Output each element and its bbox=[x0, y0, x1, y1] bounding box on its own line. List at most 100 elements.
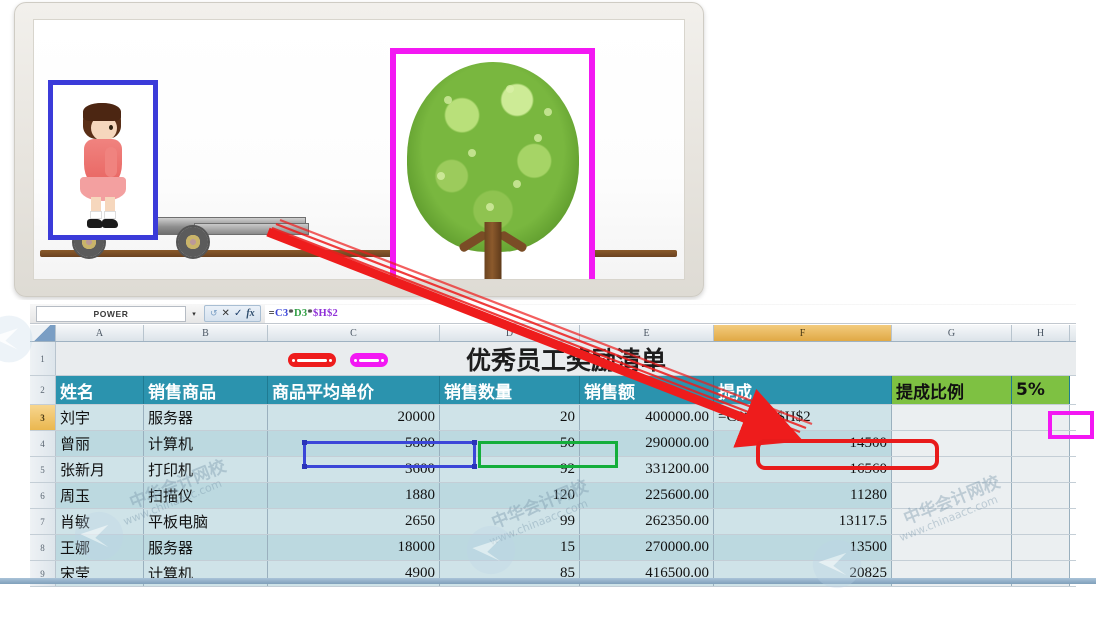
cell-b6[interactable]: 扫描仪 bbox=[144, 483, 268, 508]
screenshot-root: POWER ▾ ↺ ✕ ✓ fx = C3 * D3 * $H$2 A B C … bbox=[0, 0, 1096, 622]
insert-function-icon[interactable]: fx bbox=[246, 308, 254, 319]
formula-token-d3: D3 bbox=[293, 308, 308, 319]
cell-e3[interactable]: 400000.00 bbox=[580, 405, 714, 430]
cell-b8[interactable]: 服务器 bbox=[144, 535, 268, 560]
cell-c4[interactable]: 5800 bbox=[268, 431, 440, 456]
row-header-1[interactable]: 1 bbox=[30, 342, 56, 375]
col-title-name[interactable]: 姓名 bbox=[56, 376, 144, 404]
cell-f7[interactable]: 13117.5 bbox=[714, 509, 892, 534]
col-title-amount[interactable]: 销售额 bbox=[580, 376, 714, 404]
row-header-7[interactable]: 7 bbox=[30, 509, 56, 534]
cell-c7[interactable]: 2650 bbox=[268, 509, 440, 534]
cart-bed-extension bbox=[194, 223, 309, 235]
excel-window: POWER ▾ ↺ ✕ ✓ fx = C3 * D3 * $H$2 A B C … bbox=[0, 300, 1096, 622]
tree-figure-icon bbox=[404, 62, 582, 279]
cell-a4[interactable]: 曾丽 bbox=[56, 431, 144, 456]
cell-f4[interactable]: 14500 bbox=[714, 431, 892, 456]
formula-bar: POWER ▾ ↺ ✕ ✓ fx = C3 * D3 * $H$2 bbox=[30, 304, 1076, 324]
row-header-4[interactable]: 4 bbox=[30, 431, 56, 456]
cancel-icon[interactable]: ✕ bbox=[222, 308, 230, 319]
cell-e7[interactable]: 262350.00 bbox=[580, 509, 714, 534]
column-header-f[interactable]: F bbox=[714, 325, 892, 341]
cell-h7[interactable] bbox=[1012, 509, 1070, 534]
column-header-g[interactable]: G bbox=[892, 325, 1012, 341]
col-title-product[interactable]: 销售商品 bbox=[144, 376, 268, 404]
select-all-corner[interactable] bbox=[30, 325, 56, 341]
cell-a3[interactable]: 刘宇 bbox=[56, 405, 144, 430]
cell-f6[interactable]: 11280 bbox=[714, 483, 892, 508]
cell-a7[interactable]: 肖敏 bbox=[56, 509, 144, 534]
table-row: 4 曾丽 计算机 5800 50 290000.00 14500 bbox=[30, 431, 1076, 457]
column-header-row: A B C D E F G H bbox=[30, 325, 1076, 342]
row-header-6[interactable]: 6 bbox=[30, 483, 56, 508]
column-header-c[interactable]: C bbox=[268, 325, 440, 341]
col-title-quantity[interactable]: 销售数量 bbox=[440, 376, 580, 404]
cell-a6[interactable]: 周玉 bbox=[56, 483, 144, 508]
value-commission-rate[interactable]: 5% bbox=[1012, 376, 1070, 404]
label-commission-rate[interactable]: 提成比例 bbox=[892, 376, 1012, 404]
cell-a8[interactable]: 王娜 bbox=[56, 535, 144, 560]
confirm-icon[interactable]: ✓ bbox=[234, 308, 242, 319]
cell-h6[interactable] bbox=[1012, 483, 1070, 508]
column-header-a[interactable]: A bbox=[56, 325, 144, 341]
formula-bar-buttons: ↺ ✕ ✓ fx bbox=[204, 305, 261, 322]
column-header-h[interactable]: H bbox=[1012, 325, 1070, 341]
name-box-dropdown-icon[interactable]: ▾ bbox=[186, 306, 202, 322]
illustration-canvas bbox=[33, 19, 685, 280]
cell-c6[interactable]: 1880 bbox=[268, 483, 440, 508]
cell-e8[interactable]: 270000.00 bbox=[580, 535, 714, 560]
cell-h4[interactable] bbox=[1012, 431, 1070, 456]
cell-d4[interactable]: 50 bbox=[440, 431, 580, 456]
cell-g8[interactable] bbox=[892, 535, 1012, 560]
cell-e5[interactable]: 331200.00 bbox=[580, 457, 714, 482]
horizontal-scrollbar[interactable] bbox=[0, 578, 1096, 584]
cell-h8[interactable] bbox=[1012, 535, 1070, 560]
cell-c3[interactable]: 20000 bbox=[268, 405, 440, 430]
cell-d8[interactable]: 15 bbox=[440, 535, 580, 560]
cell-a5[interactable]: 张新月 bbox=[56, 457, 144, 482]
girl-selection-box bbox=[48, 80, 158, 240]
row-header-3[interactable]: 3 bbox=[30, 405, 56, 430]
cell-b5[interactable]: 打印机 bbox=[144, 457, 268, 482]
cell-f5[interactable]: 16560 bbox=[714, 457, 892, 482]
column-header-e[interactable]: E bbox=[580, 325, 714, 341]
cell-b4[interactable]: 计算机 bbox=[144, 431, 268, 456]
cell-b3[interactable]: 服务器 bbox=[144, 405, 268, 430]
formula-input[interactable]: = C3 * D3 * $H$2 bbox=[264, 304, 1076, 323]
cell-d3[interactable]: 20 bbox=[440, 405, 580, 430]
cell-d6[interactable]: 120 bbox=[440, 483, 580, 508]
cell-h5[interactable] bbox=[1012, 457, 1070, 482]
cell-c8[interactable]: 18000 bbox=[268, 535, 440, 560]
undo-icon[interactable]: ↺ bbox=[210, 309, 218, 318]
cell-b7[interactable]: 平板电脑 bbox=[144, 509, 268, 534]
cart-wheel-rear-icon bbox=[176, 225, 210, 259]
table-row: 6 周玉 扫描仪 1880 120 225600.00 11280 bbox=[30, 483, 1076, 509]
table-row: 5 张新月 打印机 3600 92 331200.00 16560 bbox=[30, 457, 1076, 483]
page-title: 优秀员工奖励清单 bbox=[56, 342, 1076, 375]
cell-g6[interactable] bbox=[892, 483, 1012, 508]
col-title-commission[interactable]: 提成 bbox=[714, 376, 892, 404]
name-box[interactable]: POWER bbox=[36, 305, 186, 322]
cell-c5[interactable]: 3600 bbox=[268, 457, 440, 482]
cell-g5[interactable] bbox=[892, 457, 1012, 482]
sheet-row-2: 2 姓名 销售商品 商品平均单价 销售数量 销售额 提成 提成比例 5% bbox=[30, 376, 1076, 405]
table-row: 3 刘宇 服务器 20000 20 400000.00 =C3*D3*$H$2 bbox=[30, 405, 1076, 431]
cell-f3[interactable]: =C3*D3*$H$2 bbox=[714, 405, 892, 430]
cell-f8[interactable]: 13500 bbox=[714, 535, 892, 560]
cell-g7[interactable] bbox=[892, 509, 1012, 534]
girl-figure-icon bbox=[75, 103, 131, 229]
column-header-d[interactable]: D bbox=[440, 325, 580, 341]
cell-g3[interactable] bbox=[892, 405, 1012, 430]
cell-d5[interactable]: 92 bbox=[440, 457, 580, 482]
cell-d7[interactable]: 99 bbox=[440, 509, 580, 534]
col-title-unit-price[interactable]: 商品平均单价 bbox=[268, 376, 440, 404]
row-header-2[interactable]: 2 bbox=[30, 376, 56, 404]
row-header-5[interactable]: 5 bbox=[30, 457, 56, 482]
formula-token-c3: C3 bbox=[274, 308, 289, 319]
cell-h3[interactable] bbox=[1012, 405, 1070, 430]
cell-e6[interactable]: 225600.00 bbox=[580, 483, 714, 508]
cell-e4[interactable]: 290000.00 bbox=[580, 431, 714, 456]
row-header-8[interactable]: 8 bbox=[30, 535, 56, 560]
cell-g4[interactable] bbox=[892, 431, 1012, 456]
column-header-b[interactable]: B bbox=[144, 325, 268, 341]
